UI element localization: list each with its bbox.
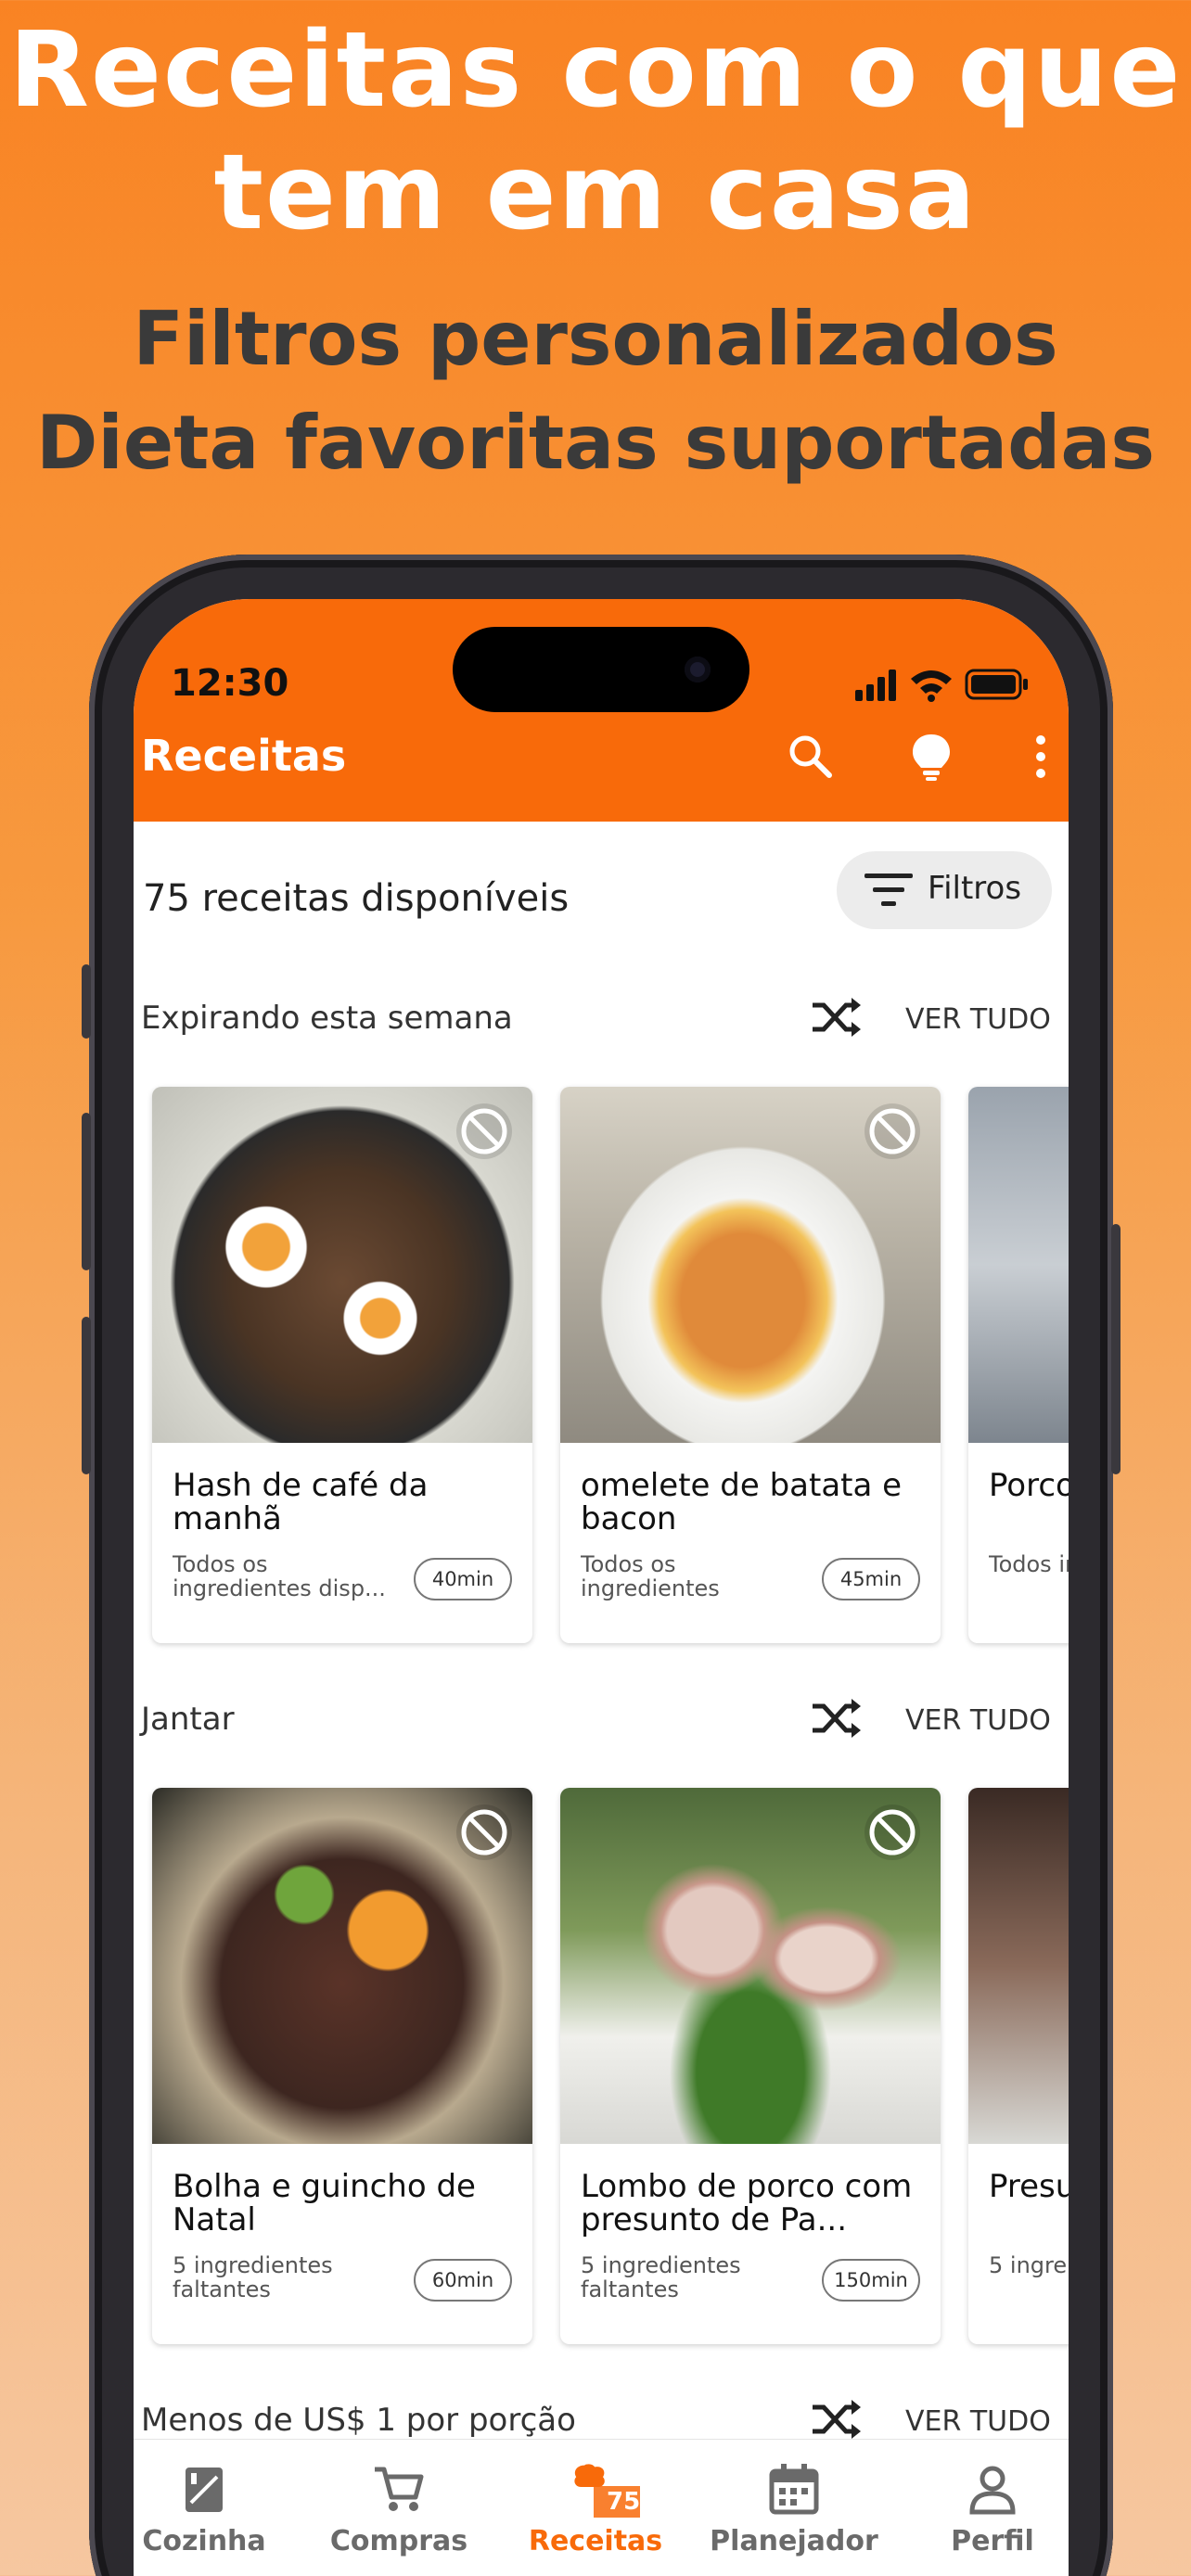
recipe-image [968, 1087, 1069, 1443]
recipe-name: Porco cobe [989, 1469, 1069, 1502]
battery-icon [965, 669, 1028, 700]
calendar-icon [769, 2464, 819, 2515]
nav-item-planner[interactable]: Planejador [701, 2462, 887, 2557]
recipe-time-badge: 150min [822, 2259, 920, 2302]
see-all-dinner[interactable]: VER TUDO [905, 1704, 1051, 1737]
recipe-ingredients-status: Todos os ingredientes disp... [173, 1552, 386, 1600]
section-title-budget: Menos de US$ 1 por porção [141, 2402, 576, 2439]
recipe-name: Presu assad [989, 2170, 1069, 2203]
see-all-expiring[interactable]: VER TUDO [905, 1003, 1051, 1036]
status-icons [855, 669, 1028, 702]
recipe-ingredients-status: 5 ingredientes faltantes [173, 2253, 333, 2302]
nav-item-kitchen[interactable]: Cozinha [134, 2462, 297, 2557]
app-bar: 12:30 Receitas [134, 599, 1069, 822]
kitchen-icon [186, 2468, 223, 2512]
main-content: 75 receitas disponíveis Filtros Expirand… [134, 822, 1069, 2576]
see-all-budget[interactable]: VER TUDO [905, 2405, 1051, 2438]
shuffle-icon[interactable] [809, 1695, 864, 1741]
exclude-ingredient-icon[interactable] [456, 1103, 512, 1159]
recipe-ingredients-status: 5 ingre faltante [989, 2253, 1069, 2277]
recipe-time-badge: 45min [822, 1558, 920, 1600]
search-icon[interactable] [783, 729, 839, 784]
status-time: 12:30 [171, 662, 289, 705]
bottom-nav: Cozinha Compras 75 Receitas Planejador P… [134, 2439, 1069, 2576]
appbar-title: Receitas [141, 731, 347, 781]
recipe-name: Hash de café da manhã [173, 1469, 429, 1536]
promo-subtitle-line1: Filtros personalizados [133, 296, 1058, 382]
recipe-card[interactable]: Porco cobe Todos ingredi [968, 1087, 1069, 1643]
recipe-card[interactable]: Hash de café da manhã Todos os ingredien… [152, 1087, 532, 1643]
more-vert-icon[interactable] [1013, 729, 1069, 784]
recipe-count: 75 receitas disponíveis [143, 877, 570, 920]
recipe-time-badge: 60min [414, 2259, 512, 2302]
exclude-ingredient-icon[interactable] [864, 1804, 920, 1860]
recipe-card[interactable]: Bolha e guincho de Natal 5 ingredientes … [152, 1788, 532, 2344]
recipe-ingredients-status: 5 ingredientes faltantes [581, 2253, 741, 2302]
section-title-dinner: Jantar [141, 1701, 235, 1738]
nav-label: Planejador [710, 2525, 878, 2557]
app-screen: 12:30 Receitas 75 receitas disponíveis F… [134, 599, 1069, 2576]
person-icon [969, 2466, 1016, 2515]
promo-subtitle: Filtros personalizados Dieta favoritas s… [0, 287, 1191, 495]
camera-icon [685, 657, 711, 682]
nav-label: Cozinha [142, 2525, 266, 2557]
cart-icon [375, 2467, 424, 2511]
recipe-ingredients-status: Todos ingredi [989, 1552, 1069, 1576]
exclude-ingredient-icon[interactable] [456, 1804, 512, 1860]
recipe-name: Bolha e guincho de Natal [173, 2170, 476, 2237]
lightbulb-icon[interactable] [903, 729, 959, 784]
dynamic-island [453, 627, 749, 712]
promo-title-line2: tem em casa [213, 133, 978, 253]
recipe-ingredients-status: Todos os ingredientes dispo... [581, 1552, 720, 1600]
nav-item-profile[interactable]: Perfil [900, 2462, 1069, 2557]
recipe-card[interactable]: Lombo de porco com presunto de Pa... 5 i… [560, 1788, 941, 2344]
filter-button[interactable]: Filtros [837, 851, 1052, 929]
volume-down-button [82, 1317, 91, 1474]
exclude-ingredient-icon[interactable] [864, 1103, 920, 1159]
filter-icon [864, 874, 913, 906]
power-button [1111, 1224, 1121, 1474]
section-title-expiring: Expirando esta semana [141, 1000, 513, 1037]
recipe-card[interactable]: omelete de batata e bacon Todos os ingre… [560, 1087, 941, 1643]
nav-item-recipes[interactable]: 75 Receitas [503, 2462, 688, 2557]
recipe-card[interactable]: Presu assad 5 ingre faltante [968, 1788, 1069, 2344]
shuffle-icon[interactable] [809, 2396, 864, 2442]
wifi-icon [911, 670, 952, 702]
promo-title-line1: Receitas com o que [8, 10, 1183, 131]
promo-title: Receitas com o que tem em casa [0, 9, 1191, 254]
recipe-name: omelete de batata e bacon [581, 1469, 903, 1536]
promo-subtitle-line2: Dieta favoritas suportadas [36, 400, 1155, 486]
nav-item-shopping[interactable]: Compras [306, 2462, 492, 2557]
nav-label: Compras [329, 2525, 468, 2557]
recipe-image [968, 1788, 1069, 2144]
signal-icon [855, 670, 896, 701]
filter-label: Filtros [928, 870, 1022, 907]
mute-switch [82, 964, 91, 1039]
recipe-time-badge: 40min [414, 1558, 512, 1600]
nav-label: Receitas [528, 2525, 663, 2557]
recipe-name: Lombo de porco com presunto de Pa... [581, 2170, 913, 2237]
nav-label: Perfil [951, 2525, 1034, 2557]
volume-up-button [82, 1113, 91, 1270]
shuffle-icon[interactable] [809, 994, 864, 1040]
recipes-badge: 75 [607, 2488, 641, 2516]
